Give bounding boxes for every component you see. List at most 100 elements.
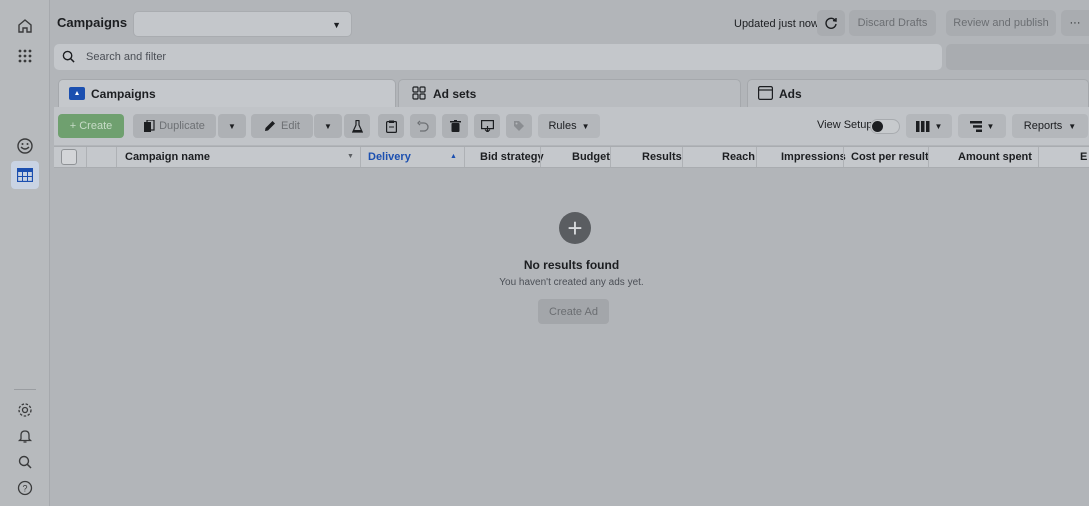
chevron-down-icon: ▼ <box>986 121 995 131</box>
date-range-picker[interactable] <box>946 44 1089 70</box>
column-header-bid-strategy[interactable]: Bid strategy <box>480 151 544 163</box>
search-icon <box>62 50 75 63</box>
column-header-budget[interactable]: Budget <box>572 151 610 163</box>
reports-label: Reports <box>1023 120 1063 132</box>
home-icon[interactable] <box>13 14 37 38</box>
refresh-icon <box>825 17 837 29</box>
preview-button[interactable] <box>474 114 500 138</box>
duplicate-label: Duplicate <box>159 120 205 132</box>
column-header-campaign-name[interactable]: Campaign name <box>125 151 210 163</box>
settings-gear-icon[interactable] <box>13 398 37 422</box>
breakdown-button[interactable]: ▼ <box>958 114 1006 138</box>
column-divider <box>843 147 844 167</box>
search-filter-bar[interactable]: Search and filter <box>54 44 942 70</box>
tab-campaigns[interactable]: Campaigns <box>58 79 396 107</box>
discard-drafts-button[interactable]: Discard Drafts <box>849 10 936 36</box>
chevron-down-icon: ▼ <box>324 121 332 131</box>
table-header: Campaign name ▼ Delivery ▲ Bid strategy … <box>54 146 1089 168</box>
toolbar: + Create Duplicate ▼ Edit ▼ Rules ▼ View… <box>54 107 1089 145</box>
empty-state-subtitle: You haven't created any ads yet. <box>499 277 644 288</box>
svg-text:?: ? <box>22 484 27 494</box>
clipboard-button[interactable] <box>378 114 404 138</box>
search-icon[interactable] <box>13 450 37 474</box>
columns-button[interactable]: ▼ <box>906 114 952 138</box>
top-bar: Campaigns ▼ Updated just now Discard Dra… <box>50 8 1089 38</box>
tab-ads-label: Ads <box>779 87 802 101</box>
trash-icon <box>449 120 461 132</box>
tag-button[interactable] <box>506 114 532 138</box>
edit-button[interactable]: Edit <box>251 114 313 138</box>
empty-state-title: No results found <box>523 258 620 272</box>
chevron-down-icon: ▼ <box>1068 121 1077 131</box>
column-divider <box>86 147 87 167</box>
column-header-cost-per-result[interactable]: Cost per result <box>851 151 929 163</box>
toggle-knob <box>872 121 883 132</box>
view-setup-toggle[interactable] <box>870 119 900 134</box>
sort-up-icon: ▲ <box>450 153 457 160</box>
column-divider <box>116 147 117 167</box>
rules-button[interactable]: Rules ▼ <box>538 114 600 138</box>
column-divider <box>928 147 929 167</box>
tag-icon <box>514 121 524 131</box>
undo-icon <box>417 120 429 132</box>
columns-icon <box>915 120 930 132</box>
edit-label: Edit <box>281 120 300 132</box>
refresh-button[interactable] <box>817 10 845 36</box>
undo-button[interactable] <box>410 114 436 138</box>
column-divider <box>464 147 465 167</box>
pencil-icon <box>264 120 276 132</box>
view-setup-label: View Setup <box>817 119 873 131</box>
campaign-select[interactable]: ▼ <box>133 11 352 37</box>
left-nav-rail: ? <box>0 0 50 506</box>
reports-button[interactable]: Reports ▼ <box>1012 114 1088 138</box>
tab-ad-sets[interactable]: Ad sets <box>398 79 741 107</box>
column-header-amount-spent[interactable]: Amount spent <box>958 151 1032 163</box>
preview-icon <box>480 120 494 132</box>
clipboard-icon <box>385 120 397 133</box>
chevron-down-icon: ▼ <box>332 20 341 30</box>
column-divider <box>756 147 757 167</box>
flask-icon <box>351 119 363 133</box>
duplicate-icon <box>144 120 155 132</box>
tab-ad-sets-label: Ad sets <box>433 87 477 101</box>
chevron-down-icon: ▼ <box>934 121 943 131</box>
create-ad-button[interactable]: Create Ad <box>538 299 609 324</box>
help-icon[interactable]: ? <box>13 476 37 500</box>
column-divider <box>360 147 361 167</box>
duplicate-dropdown-button[interactable]: ▼ <box>218 114 246 138</box>
apps-grid-icon[interactable] <box>13 44 37 68</box>
review-publish-button[interactable]: Review and publish <box>946 10 1056 36</box>
bell-icon[interactable] <box>13 424 37 448</box>
sort-down-icon: ▼ <box>347 153 354 160</box>
create-button[interactable]: + Create <box>58 114 124 138</box>
folder-icon <box>69 86 85 100</box>
chevron-down-icon: ▼ <box>228 121 236 131</box>
tab-campaigns-label: Campaigns <box>91 87 156 101</box>
page-title: Campaigns <box>57 15 128 30</box>
delete-button[interactable] <box>442 114 468 138</box>
column-divider <box>610 147 611 167</box>
chevron-down-icon: ▼ <box>581 121 590 131</box>
column-divider <box>540 147 541 167</box>
ab-test-button[interactable] <box>344 114 370 138</box>
column-header-impressions[interactable]: Impressions <box>781 151 846 163</box>
column-header-results[interactable]: Results <box>642 151 682 163</box>
dashboard-gauge-icon[interactable] <box>13 134 37 158</box>
ad-card-icon <box>758 86 773 100</box>
column-divider <box>682 147 683 167</box>
column-divider <box>1038 147 1039 167</box>
more-button[interactable]: ··· <box>1061 10 1089 36</box>
column-header-reach[interactable]: Reach <box>722 151 755 163</box>
ads-manager-table-icon[interactable] <box>11 161 39 189</box>
duplicate-button[interactable]: Duplicate <box>133 114 216 138</box>
table-body: + No results found You haven't created a… <box>54 169 1089 506</box>
tab-ads[interactable]: Ads <box>747 79 1089 107</box>
column-header-ends[interactable]: E <box>1080 151 1087 163</box>
updated-status: Updated just now <box>734 18 819 30</box>
breakdown-icon <box>969 120 982 132</box>
grid-icon <box>412 86 426 100</box>
select-all-checkbox[interactable] <box>61 149 77 165</box>
edit-dropdown-button[interactable]: ▼ <box>314 114 342 138</box>
column-header-delivery[interactable]: Delivery <box>368 151 411 163</box>
main-content: Campaigns ▼ Updated just now Discard Dra… <box>50 0 1089 506</box>
